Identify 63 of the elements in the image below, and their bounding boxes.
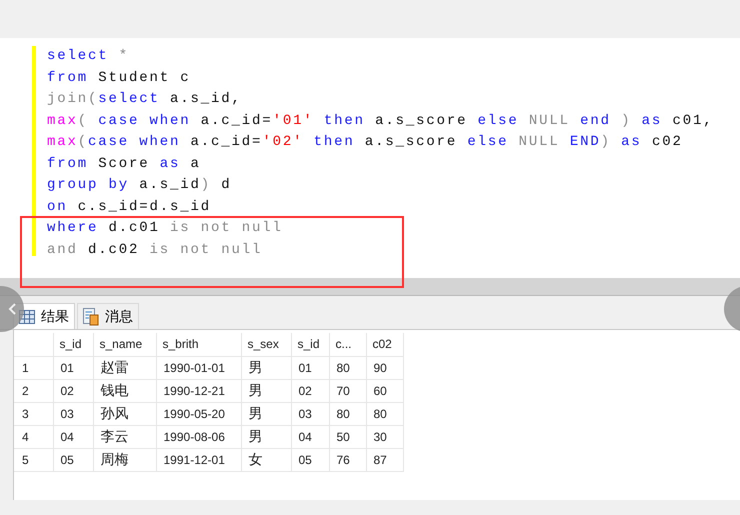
table-cell: 孙风 bbox=[93, 402, 156, 425]
table-cell: 80 bbox=[329, 402, 366, 425]
table-cell: 04 bbox=[53, 425, 93, 448]
table-cell: 70 bbox=[329, 379, 366, 402]
row-number: 4 bbox=[14, 425, 53, 448]
result-tab[interactable]: 消息 bbox=[77, 303, 139, 329]
column-header[interactable]: s_id bbox=[291, 333, 329, 356]
table-cell: 1991-12-01 bbox=[156, 448, 241, 471]
table-cell: 80 bbox=[329, 356, 366, 379]
table-cell: 30 bbox=[366, 425, 403, 448]
table-cell: 76 bbox=[329, 448, 366, 471]
document-icon bbox=[83, 308, 99, 326]
table-cell: 87 bbox=[366, 448, 403, 471]
table-cell: 周梅 bbox=[93, 448, 156, 471]
row-number: 5 bbox=[14, 448, 53, 471]
code-line: and d.c02 is not null bbox=[47, 240, 262, 260]
table-cell: 钱电 bbox=[93, 379, 156, 402]
table-cell: 02 bbox=[53, 379, 93, 402]
row-number: 2 bbox=[14, 379, 53, 402]
chevron-left-icon bbox=[8, 303, 16, 315]
table-cell: 04 bbox=[291, 425, 329, 448]
table-cell: 60 bbox=[366, 379, 403, 402]
column-header[interactable]: c... bbox=[329, 333, 366, 356]
table-cell: 男 bbox=[241, 425, 291, 448]
table-cell: 01 bbox=[291, 356, 329, 379]
table-cell: 1990-12-21 bbox=[156, 379, 241, 402]
code-line: from Student c bbox=[47, 68, 191, 88]
column-header[interactable]: s_brith bbox=[156, 333, 241, 356]
corner-cell bbox=[14, 333, 53, 356]
code-line: group by a.s_id) d bbox=[47, 176, 232, 195]
table-cell: 1990-01-01 bbox=[156, 356, 241, 379]
table-cell: 1990-05-20 bbox=[156, 402, 241, 425]
code-editor[interactable] bbox=[0, 38, 740, 278]
column-header[interactable]: c02 bbox=[366, 333, 403, 356]
table-cell: 05 bbox=[291, 448, 329, 471]
code-line: max(case when a.c_id='02' then a.s_score else NULL END) as c02 bbox=[47, 133, 683, 152]
table-cell: 03 bbox=[53, 402, 93, 425]
table-cell: 03 bbox=[291, 402, 329, 425]
code-line: where d.c01 is not null bbox=[47, 219, 283, 238]
table-cell: 02 bbox=[291, 379, 329, 402]
table-cell: 50 bbox=[329, 425, 366, 448]
table-cell: 女 bbox=[241, 448, 291, 471]
table-cell: 90 bbox=[366, 356, 403, 379]
table-cell: 男 bbox=[241, 379, 291, 402]
table-cell: 80 bbox=[366, 402, 403, 425]
horizontal-scrollbar[interactable] bbox=[0, 278, 740, 296]
row-number: 1 bbox=[14, 356, 53, 379]
table-cell: 李云 bbox=[93, 425, 156, 448]
code-line: on c.s_id=d.s_id bbox=[47, 198, 212, 216]
code-line: from Score as a bbox=[47, 154, 201, 174]
column-header[interactable]: s_id bbox=[53, 333, 93, 356]
column-header[interactable]: s_name bbox=[93, 333, 156, 356]
row-number: 3 bbox=[14, 402, 53, 425]
table-cell: 01 bbox=[53, 356, 93, 379]
code-line: max( case when a.c_id='01' then a.s_score else NULL end ) as c01, bbox=[47, 112, 714, 130]
table-cell: 男 bbox=[241, 402, 291, 425]
column-header[interactable]: s_sex bbox=[241, 333, 291, 356]
code-line: join(select a.s_id, bbox=[47, 90, 242, 109]
table-cell: 1990-08-06 bbox=[156, 425, 241, 448]
table-cell: 男 bbox=[241, 356, 291, 379]
code-line: select * bbox=[47, 47, 130, 66]
table-cell: 赵雷 bbox=[93, 356, 156, 379]
table-cell: 05 bbox=[53, 448, 93, 471]
